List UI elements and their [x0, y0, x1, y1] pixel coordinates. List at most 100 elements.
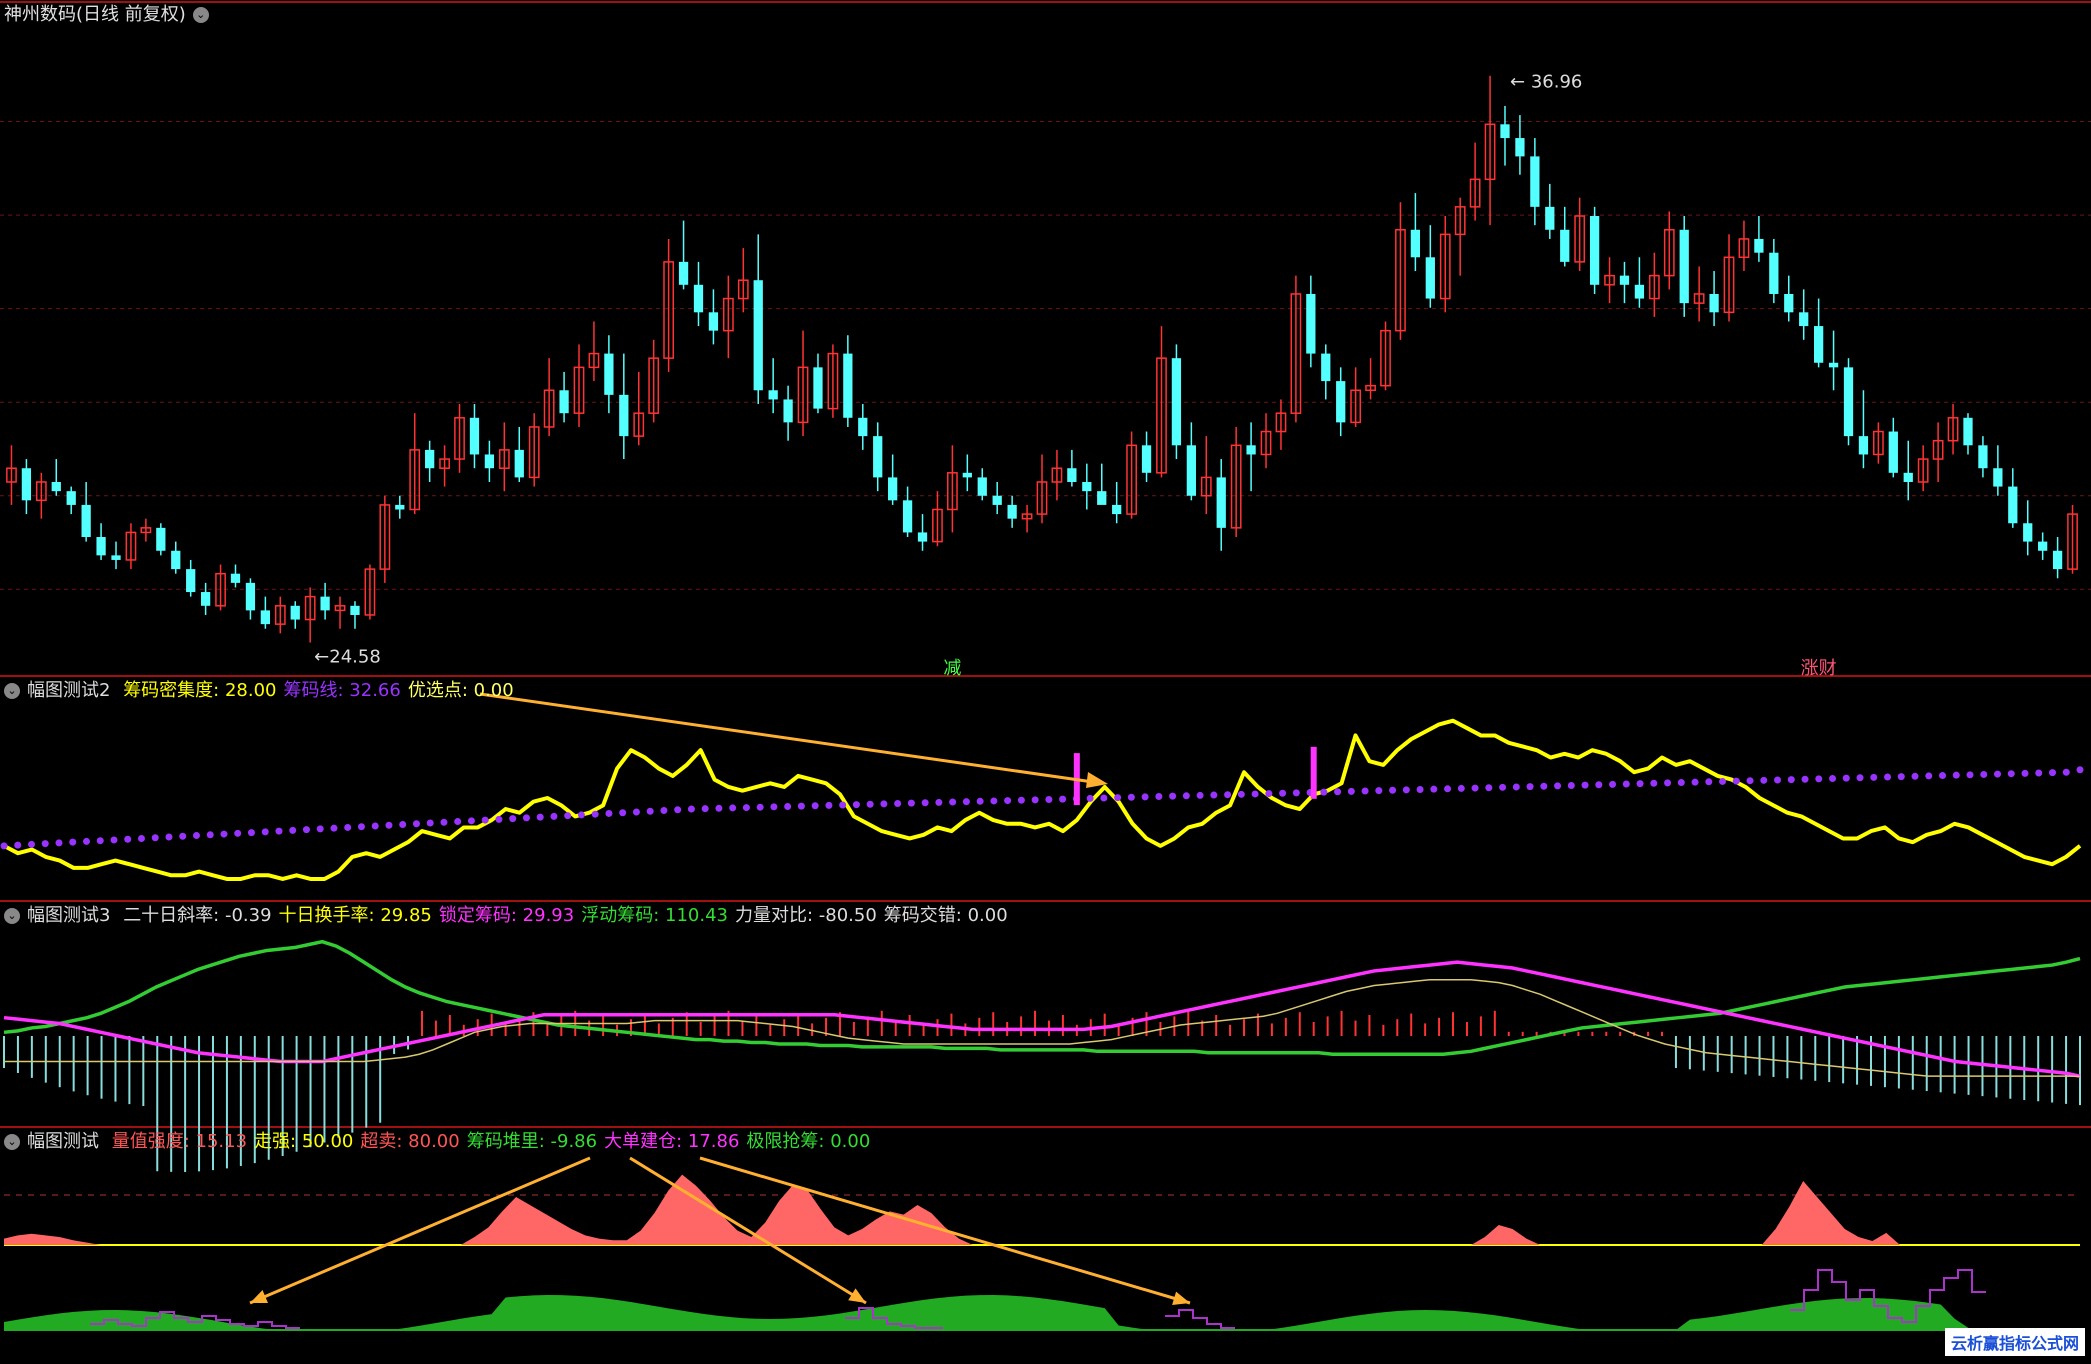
chip-line-dot: [935, 798, 943, 806]
candle-body-down: [1410, 229, 1421, 258]
chip-line-dot: [1897, 773, 1905, 781]
chip-line-dot: [701, 805, 709, 813]
chip-line-dot: [1884, 773, 1892, 781]
settings-dropdown-icon[interactable]: ⌄: [192, 7, 209, 23]
chip-line-dot: [1746, 777, 1754, 785]
candle-body-down: [111, 555, 121, 560]
chip-line-dot: [1402, 786, 1410, 794]
candle-body-down: [1186, 445, 1196, 496]
candle-body-down: [1545, 206, 1555, 230]
chip-line-dot: [2076, 766, 2084, 774]
panel3-line-0: [3, 939, 2081, 1056]
candle-body-down: [783, 399, 793, 423]
chip-line-dot: [192, 832, 200, 840]
chip-line-dot: [1334, 788, 1342, 796]
panel3-legend-item: 筹码交错: 0.00: [883, 905, 1008, 926]
chip-line-dot: [522, 814, 530, 822]
candle-body-down: [902, 500, 913, 533]
panel4-legend-item: 走强: 50.00: [254, 1131, 354, 1152]
candle-body-down: [1888, 431, 1898, 473]
chip-line-dot: [1265, 790, 1273, 798]
chip-line-dot: [1114, 794, 1122, 802]
candle-body-down: [1216, 477, 1226, 528]
panel2-header: ⌄ 幅图测试2 筹码密集度: 28.00 筹码线: 32.66 优选点: 0.00: [4, 680, 521, 702]
candle-body-down: [200, 592, 211, 606]
candle-body-down: [1246, 445, 1256, 455]
chip-line-dot: [1966, 771, 1974, 779]
chip-line-dot: [1196, 791, 1204, 799]
chip-line-dot: [1774, 776, 1782, 784]
chip-line-dot: [866, 800, 874, 808]
chip-line-dot: [2035, 769, 2043, 777]
chip-line-dot: [880, 800, 888, 808]
chip-line-dot: [907, 799, 915, 807]
chip-line-dot: [344, 823, 352, 831]
panel3-collapse-icon[interactable]: ⌄: [4, 908, 20, 924]
high-price-label: ← 36.96: [1510, 72, 1582, 93]
annotation-arrow-3-head: [1172, 1291, 1190, 1306]
candle-body-down: [678, 261, 689, 285]
annotation-arrow: [479, 692, 1101, 785]
candle-body-down: [708, 312, 719, 331]
chip-line-dot: [1279, 789, 1287, 797]
chip-line-dot: [82, 837, 90, 845]
chip-line-dot: [1939, 772, 1947, 780]
chip-line-dot: [1237, 790, 1245, 798]
chip-line-dot: [1732, 777, 1740, 785]
candle-body-down: [693, 284, 704, 313]
candle-body-down: [1799, 312, 1809, 327]
candle-body-down: [843, 353, 853, 418]
chip-line-dot: [330, 824, 338, 832]
chip-line-dot: [1251, 790, 1259, 798]
chip-line-dot: [1609, 780, 1617, 788]
chip-line-dot: [687, 805, 695, 813]
volume-strength-area: [4, 1174, 2080, 1245]
chip-line-dot: [1499, 783, 1507, 791]
chip-line-dot: [1664, 779, 1672, 787]
chip-line-dot: [151, 834, 159, 842]
chip-line-dot: [1636, 780, 1644, 788]
chip-line-dot: [2021, 769, 2029, 777]
chip-line-dot: [797, 802, 805, 810]
candle-body-down: [425, 449, 435, 469]
chip-line-dot: [399, 820, 407, 828]
chip-line-dot: [1100, 794, 1108, 802]
panel2-collapse-icon[interactable]: ⌄: [4, 683, 20, 699]
main-panel-title-bar[interactable]: 神州数码(日线 前复权) ⌄: [4, 4, 216, 26]
candle-body-down: [1963, 417, 1973, 446]
chip-line-dot: [976, 797, 984, 805]
chip-pile-area: [4, 1295, 2080, 1330]
chip-line-dot: [811, 802, 819, 810]
candle-body-down: [514, 449, 524, 478]
panel3-legend-item: 力量对比: -80.50: [734, 905, 877, 926]
chip-line-dot: [1980, 770, 1988, 778]
chip-line-dot: [412, 820, 420, 828]
chip-line-dot: [69, 838, 77, 846]
panel2-legend-item: 优选点: 0.00: [407, 680, 514, 701]
chip-line-dot: [1581, 781, 1589, 789]
panel4-legend-item: 筹码堆里: -9.86: [466, 1131, 598, 1152]
chip-line-dot: [55, 839, 63, 847]
panel4-name: 幅图测试: [27, 1131, 99, 1152]
candle-body-down: [1425, 257, 1435, 299]
marker-reduce: 减: [943, 658, 961, 679]
chip-line-dot: [1787, 776, 1795, 784]
chip-line-dot: [536, 813, 544, 821]
chip-line-dot: [234, 829, 242, 837]
chip-line-dot: [1210, 791, 1218, 799]
candle-body-down: [1843, 367, 1854, 437]
candle-body-down: [2038, 541, 2048, 551]
candle-body-down: [395, 504, 405, 510]
chip-line-dot: [275, 827, 283, 835]
chip-line-dot: [564, 812, 572, 820]
candle-body-down: [186, 569, 196, 593]
chip-line-dot: [27, 840, 35, 848]
chip-line-dot: [2062, 768, 2070, 776]
candle-body-down: [2023, 523, 2033, 542]
panel4-collapse-icon[interactable]: ⌄: [4, 1134, 20, 1150]
watermark: 云析赢指标公式网: [1944, 1328, 2085, 1356]
chip-line-dot: [1554, 782, 1562, 790]
candle-body-down: [156, 527, 166, 551]
panel3-legend-item: 十日换手率: 29.85: [278, 905, 432, 926]
panel3-header: ⌄ 幅图测试3 二十日斜率: -0.39 十日换手率: 29.85 锁定筹码: 29.…: [4, 905, 1015, 927]
